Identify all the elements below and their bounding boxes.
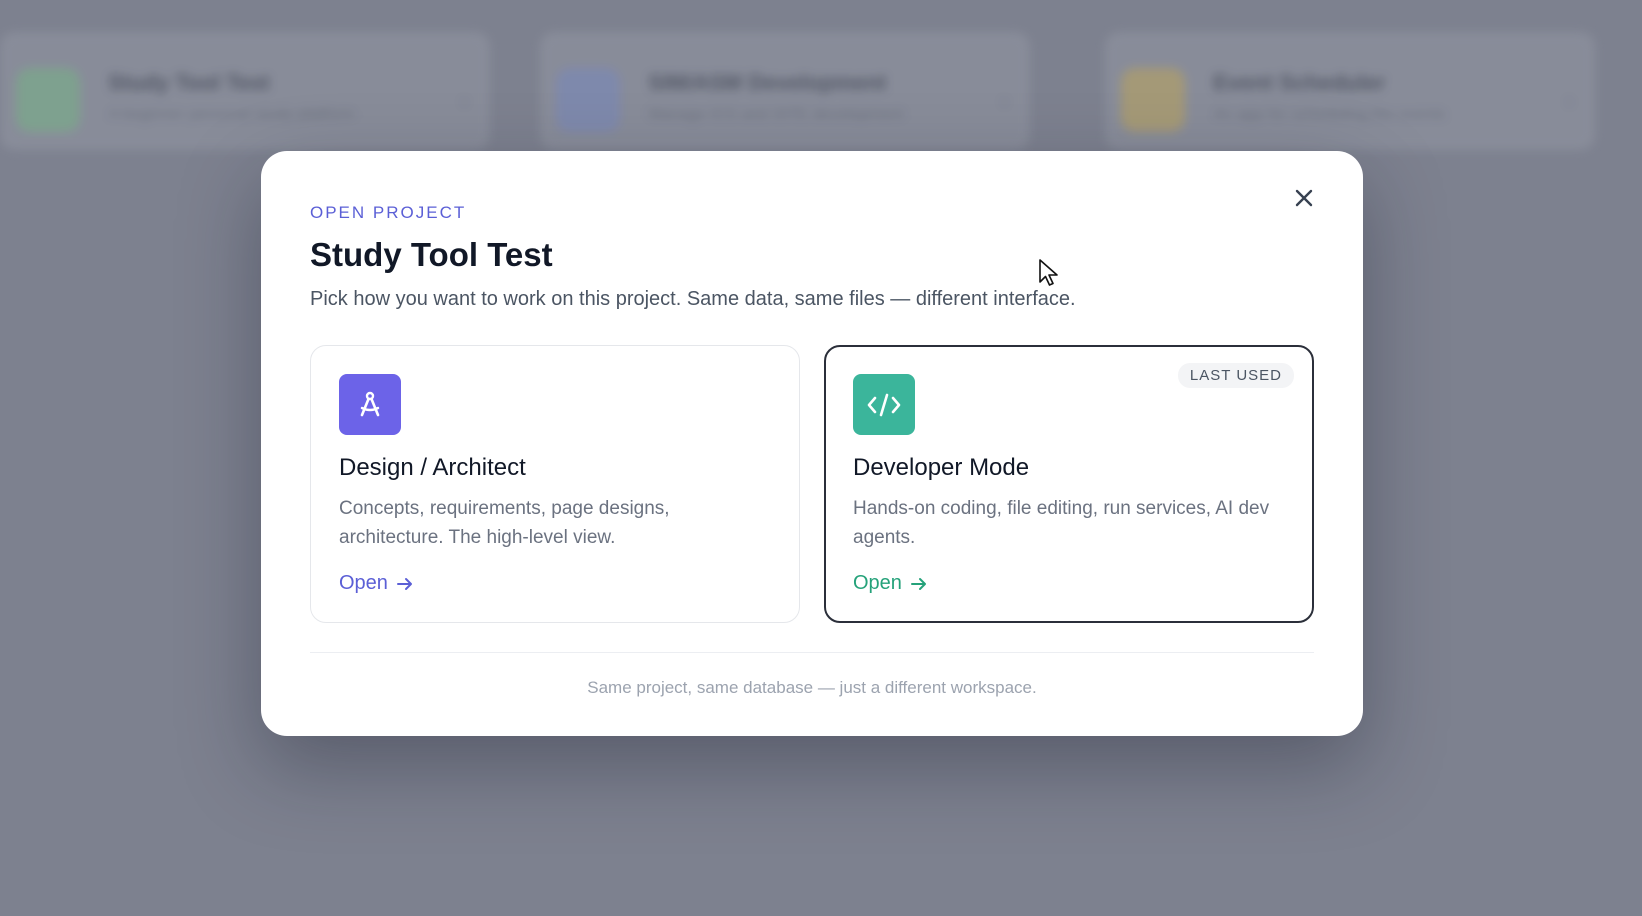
project-subtitle: An app for scheduling the events (1213, 106, 1447, 123)
developer-open-link[interactable]: Open (853, 572, 927, 595)
chevron-right-icon: › (1565, 88, 1573, 113)
project-title: Study Tool Test (108, 70, 270, 95)
design-architect-title: Design / Architect (339, 454, 526, 481)
open-link-label: Open (853, 572, 902, 594)
background-project-card: SIM/ASM Development Manage ICS and SITE … (540, 32, 1030, 150)
project-avatar (1121, 68, 1185, 132)
compass-icon (339, 374, 401, 435)
modal-subtitle: Pick how you want to work on this projec… (310, 288, 1076, 310)
close-icon (1295, 189, 1313, 207)
project-avatar (556, 68, 620, 132)
design-open-link[interactable]: Open (339, 572, 413, 595)
modal-title: Study Tool Test (310, 236, 553, 273)
design-architect-card[interactable]: Design / Architect Concepts, requirement… (310, 345, 800, 623)
footer-divider (310, 652, 1314, 653)
background-project-list: Study Tool Test A beginner personal stud… (0, 22, 1642, 170)
project-title: Event Scheduler (1213, 70, 1386, 95)
project-title: SIM/ASM Development (648, 70, 887, 95)
project-subtitle: Manage ICS and SITE development (648, 106, 905, 123)
chevron-right-icon: › (460, 88, 468, 113)
last-used-badge: LAST USED (1177, 363, 1294, 388)
arrow-right-icon (910, 577, 926, 590)
design-architect-description: Concepts, requirements, page designs, ar… (339, 498, 670, 548)
open-project-modal: OPEN PROJECT Study Tool Test Pick how yo… (261, 151, 1363, 736)
developer-mode-card[interactable]: LAST USED Developer Mode Hands-on coding… (824, 345, 1314, 623)
project-avatar (16, 68, 80, 132)
developer-mode-title: Developer Mode (853, 454, 1030, 481)
code-icon (853, 374, 915, 435)
footer-note: Same project, same database — just a dif… (587, 678, 1037, 697)
developer-mode-description: Hands-on coding, file editing, run servi… (853, 498, 1270, 548)
project-subtitle: A beginner personal study platform (108, 106, 356, 123)
close-button[interactable] (1287, 181, 1321, 215)
open-link-label: Open (339, 572, 388, 594)
chevron-right-icon: › (1000, 88, 1008, 113)
modal-eyebrow: OPEN PROJECT (310, 203, 467, 222)
background-project-card: Event Scheduler An app for scheduling th… (1105, 32, 1595, 150)
mouse-pointer-icon (1039, 259, 1058, 286)
background-project-card: Study Tool Test A beginner personal stud… (0, 32, 490, 150)
arrow-right-icon (396, 577, 412, 590)
